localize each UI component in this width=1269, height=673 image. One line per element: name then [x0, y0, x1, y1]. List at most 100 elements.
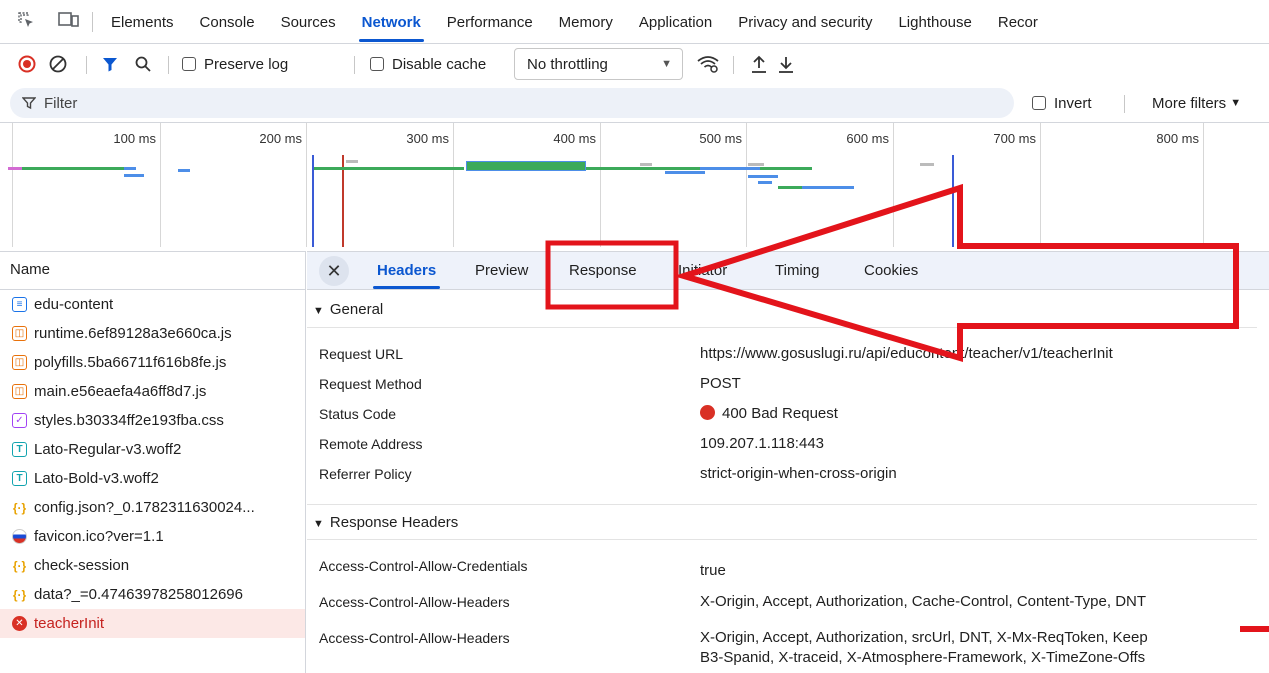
details-tab-bar: ✕ Headers Preview Response Initiator Timing C… — [307, 252, 1269, 290]
status-error-icon — [700, 405, 715, 420]
expand-triangle-icon: ▼ — [313, 518, 324, 530]
header-key: Remote Address — [319, 436, 423, 452]
request-row[interactable]: T Lato-Regular-v3.woff2 — [0, 435, 305, 464]
header-value[interactable]: X-Origin, Accept, Authorization, Cache-C… — [700, 593, 1252, 610]
invert-box[interactable] — [1032, 96, 1046, 110]
filter-input[interactable]: Filter — [10, 88, 1014, 118]
disable-cache-checkbox[interactable]: Disable cache — [370, 45, 486, 83]
request-name: favicon.ico?ver=1.1 — [34, 528, 164, 545]
request-name: config.json?_0.1782311630024... — [34, 499, 255, 516]
request-name: runtime.6ef89128a3e660ca.js — [34, 325, 232, 342]
filter-placeholder: Filter — [44, 94, 78, 112]
tab-elements[interactable]: Elements — [98, 0, 187, 44]
header-value[interactable]: https://www.gosuslugi.ru/api/educontent/… — [700, 345, 1113, 362]
device-toolbar-icon[interactable] — [54, 6, 84, 34]
header-value-text: POST — [700, 375, 741, 392]
details-tab-label: Headers — [377, 262, 437, 279]
details-tab-timing[interactable]: Timing — [775, 252, 819, 290]
tab-console[interactable]: Console — [187, 0, 268, 44]
details-tab-response[interactable]: Response — [569, 252, 637, 290]
name-column-header[interactable]: Name — [0, 252, 305, 290]
header-value[interactable]: 400 Bad Request — [700, 405, 838, 422]
request-row[interactable]: ✕ teacherInit — [0, 609, 305, 638]
search-icon — [135, 56, 151, 72]
request-row[interactable]: ◫ main.e56eaefa4a6ff8d7.js — [0, 377, 305, 406]
clear-button[interactable] — [48, 45, 68, 83]
invert-checkbox[interactable]: Invert — [1032, 84, 1092, 122]
header-value-text: https://www.gosuslugi.ru/api/educontent/… — [700, 345, 1113, 362]
request-row[interactable]: {·} data?_=0.47463978258012696 — [0, 580, 305, 609]
tab-memory[interactable]: Memory — [546, 0, 626, 44]
header-key: Access-Control-Allow-Headers — [319, 594, 510, 610]
details-tab-headers[interactable]: Headers — [373, 252, 441, 290]
timeline-gridline — [160, 123, 161, 247]
details-tab-preview[interactable]: Preview — [475, 252, 528, 290]
inspect-element-icon[interactable] — [12, 6, 40, 34]
details-tab-initiator[interactable]: Initiator — [678, 252, 727, 290]
invert-label: Invert — [1054, 94, 1092, 112]
throttling-select[interactable]: No throttling ▼ — [514, 48, 683, 80]
timeline-bar — [748, 163, 764, 166]
timeline-tick-label: 400 ms — [553, 131, 596, 146]
header-key: Access-Control-Allow-Credentials — [319, 558, 528, 574]
script-file-icon: ◫ — [12, 355, 27, 370]
timeline-tick-label: 200 ms — [259, 131, 302, 146]
header-value[interactable]: strict-origin-when-cross-origin — [700, 465, 897, 482]
search-button[interactable] — [134, 45, 152, 83]
more-filters-label: More filters — [1152, 94, 1227, 112]
export-har-button[interactable] — [777, 45, 795, 83]
request-row[interactable]: T Lato-Bold-v3.woff2 — [0, 464, 305, 493]
header-value[interactable]: true — [700, 562, 1252, 579]
timeline-bar — [748, 175, 778, 178]
preserve-log-checkbox[interactable]: Preserve log — [182, 45, 288, 83]
request-row[interactable]: {·} config.json?_0.1782311630024... — [0, 493, 305, 522]
network-conditions-button[interactable] — [696, 45, 720, 83]
close-icon[interactable]: ✕ — [319, 256, 349, 286]
header-value[interactable]: POST — [700, 375, 741, 392]
request-row[interactable]: {·} check-session — [0, 551, 305, 580]
network-overview-timeline[interactable]: 100 ms 200 ms 300 ms 400 ms 500 ms 600 ms 700 … — [0, 122, 1269, 250]
tab-privacy-and-security[interactable]: Privacy and security — [725, 0, 885, 44]
timeline-gridline — [1040, 123, 1041, 247]
tab-network[interactable]: Network — [349, 0, 434, 44]
tab-sources[interactable]: Sources — [268, 0, 349, 44]
request-row[interactable]: ✓ styles.b30334ff2e193fba.css — [0, 406, 305, 435]
more-filters-dropdown[interactable]: More filters ▼ — [1152, 84, 1269, 122]
chevron-down-icon: ▼ — [1230, 97, 1242, 109]
request-row[interactable]: ≡ edu-content — [0, 290, 305, 319]
timeline-bar — [314, 167, 464, 170]
header-value[interactable]: 109.207.1.118:443 — [700, 435, 824, 452]
request-row[interactable]: ◫ runtime.6ef89128a3e660ca.js — [0, 319, 305, 348]
active-tab-indicator — [373, 286, 441, 289]
general-section-header[interactable]: ▼ General — [307, 292, 1257, 328]
response-headers-section-header[interactable]: ▼ Response Headers — [307, 504, 1257, 540]
request-row[interactable]: ◫ polyfills.5ba66711f616b8fe.js — [0, 348, 305, 377]
import-har-button[interactable] — [750, 45, 768, 83]
filter-icon — [103, 58, 117, 72]
tab-performance[interactable]: Performance — [434, 0, 546, 44]
timeline-bar — [640, 163, 652, 166]
timeline-tick-label: 800 ms — [1156, 131, 1199, 146]
tab-lighthouse[interactable]: Lighthouse — [885, 0, 984, 44]
tab-recor[interactable]: Recor — [985, 0, 1051, 44]
clear-icon — [49, 55, 67, 73]
request-row[interactable]: favicon.ico?ver=1.1 — [0, 522, 305, 551]
request-name: check-session — [34, 557, 130, 574]
timeline-bar — [586, 167, 812, 170]
record-stop-button[interactable] — [17, 45, 37, 83]
preserve-log-box[interactable] — [182, 57, 196, 71]
tab-application[interactable]: Application — [626, 0, 725, 44]
details-tab-cookies[interactable]: Cookies — [864, 252, 918, 290]
request-name: styles.b30334ff2e193fba.css — [34, 412, 224, 429]
timeline-tick-label: 300 ms — [406, 131, 449, 146]
header-value[interactable]: X-Origin, Accept, Authorization, srcUrl,… — [700, 629, 1252, 646]
timeline-bar — [178, 169, 190, 172]
disable-cache-label: Disable cache — [392, 55, 487, 73]
header-value-continued[interactable]: B3-Spanid, X-traceid, X-Atmosphere-Frame… — [700, 649, 1252, 666]
disable-cache-box[interactable] — [370, 57, 384, 71]
download-icon — [779, 57, 793, 73]
filter-toggle-button[interactable] — [101, 45, 119, 83]
timeline-bar — [665, 171, 705, 174]
filter-icon — [22, 97, 36, 110]
timeline-bar — [124, 174, 144, 177]
